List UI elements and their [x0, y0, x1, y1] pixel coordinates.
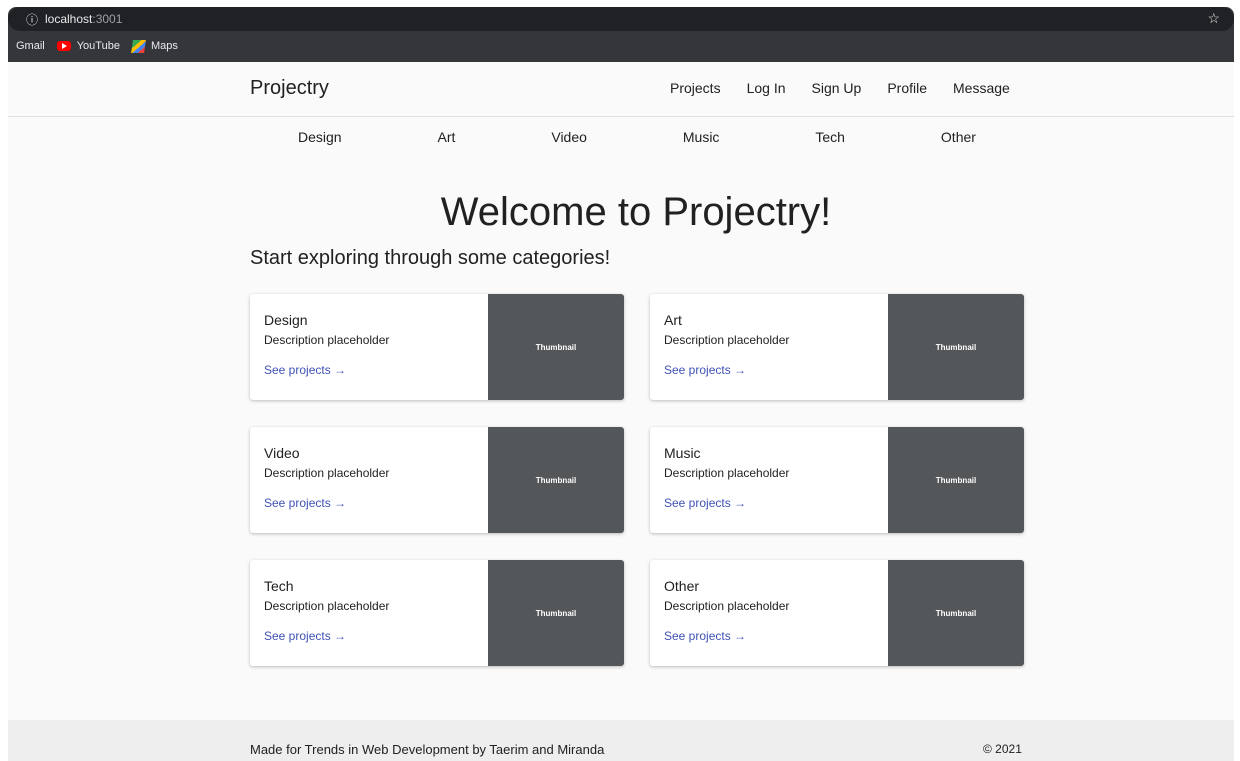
- category-card-other: Other Description placeholder See projec…: [650, 560, 1024, 666]
- nav-profile[interactable]: Profile: [887, 80, 927, 96]
- card-title: Design: [264, 312, 308, 328]
- url-host: localhost: [45, 12, 93, 26]
- app-bar: Projectry Projects Log In Sign Up Profil…: [8, 62, 1234, 117]
- footer: Made for Trends in Web Development by Ta…: [8, 720, 1234, 761]
- tab-video[interactable]: Video: [551, 129, 587, 145]
- card-description: Description placeholder: [264, 333, 390, 347]
- card-thumbnail: Thumbnail: [888, 294, 1024, 400]
- page-title: Welcome to Projectry!: [440, 190, 832, 234]
- bookmark-star-icon[interactable]: ☆: [1207, 10, 1220, 27]
- card-title: Other: [664, 578, 700, 594]
- card-thumbnail: Thumbnail: [488, 294, 624, 400]
- card-description: Description placeholder: [664, 466, 790, 480]
- bookmark-label: Maps: [150, 40, 178, 52]
- page-subtitle: Start exploring through some categories!: [250, 247, 611, 269]
- card-description: Description placeholder: [264, 466, 390, 480]
- url-port: :3001: [92, 12, 123, 26]
- page: Projectry Projects Log In Sign Up Profil…: [8, 62, 1234, 761]
- tab-music[interactable]: Music: [683, 129, 720, 145]
- nav-message[interactable]: Message: [953, 80, 1010, 96]
- card-thumbnail: Thumbnail: [488, 560, 624, 666]
- nav-sign-up[interactable]: Sign Up: [812, 80, 862, 96]
- category-card-art: Art Description placeholder See projects…: [650, 294, 1024, 400]
- category-tabs: Design Art Video Music Tech Other: [250, 129, 1024, 145]
- see-projects-link[interactable]: See projects →: [264, 629, 346, 643]
- nav-projects[interactable]: Projects: [670, 80, 721, 96]
- card-description: Description placeholder: [664, 599, 790, 613]
- bookmark-gmail[interactable]: Gmail: [16, 40, 45, 52]
- bookmark-label: Gmail: [16, 40, 45, 52]
- card-title: Art: [664, 312, 682, 328]
- address-bar[interactable]: ⓘ localhost:3001 ☆: [8, 7, 1234, 31]
- card-thumbnail: Thumbnail: [888, 427, 1024, 533]
- card-thumbnail: Thumbnail: [888, 560, 1024, 666]
- url-text[interactable]: localhost:3001: [45, 12, 122, 26]
- bookmark-label: YouTube: [76, 40, 120, 52]
- youtube-icon: [56, 41, 71, 51]
- see-projects-link[interactable]: See projects →: [664, 629, 746, 643]
- maps-icon: [131, 39, 146, 53]
- footer-copyright: © 2021: [983, 742, 1022, 756]
- tab-other[interactable]: Other: [941, 129, 976, 145]
- category-card-music: Music Description placeholder See projec…: [650, 427, 1024, 533]
- tab-tech[interactable]: Tech: [815, 129, 845, 145]
- card-thumbnail: Thumbnail: [488, 427, 624, 533]
- info-icon[interactable]: ⓘ: [26, 11, 38, 28]
- bookmark-youtube[interactable]: YouTube: [56, 40, 120, 52]
- see-projects-link[interactable]: See projects →: [264, 363, 346, 377]
- footer-credits: Made for Trends in Web Development by Ta…: [250, 742, 605, 757]
- card-title: Music: [664, 445, 701, 461]
- card-title: Video: [264, 445, 300, 461]
- card-description: Description placeholder: [664, 333, 790, 347]
- see-projects-link[interactable]: See projects →: [664, 496, 746, 510]
- tab-design[interactable]: Design: [298, 129, 342, 145]
- category-card-tech: Tech Description placeholder See project…: [250, 560, 624, 666]
- bookmark-maps[interactable]: Maps: [131, 39, 178, 53]
- category-card-design: Design Description placeholder See proje…: [250, 294, 624, 400]
- main-nav: Projects Log In Sign Up Profile Message: [657, 80, 1023, 96]
- bookmarks-bar: Gmail YouTube Maps: [8, 37, 190, 55]
- see-projects-link[interactable]: See projects →: [264, 496, 346, 510]
- brand-logo[interactable]: Projectry: [250, 77, 329, 100]
- card-title: Tech: [264, 578, 294, 594]
- see-projects-link[interactable]: See projects →: [664, 363, 746, 377]
- tab-art[interactable]: Art: [438, 129, 456, 145]
- nav-log-in[interactable]: Log In: [747, 80, 786, 96]
- card-description: Description placeholder: [264, 599, 390, 613]
- category-card-video: Video Description placeholder See projec…: [250, 427, 624, 533]
